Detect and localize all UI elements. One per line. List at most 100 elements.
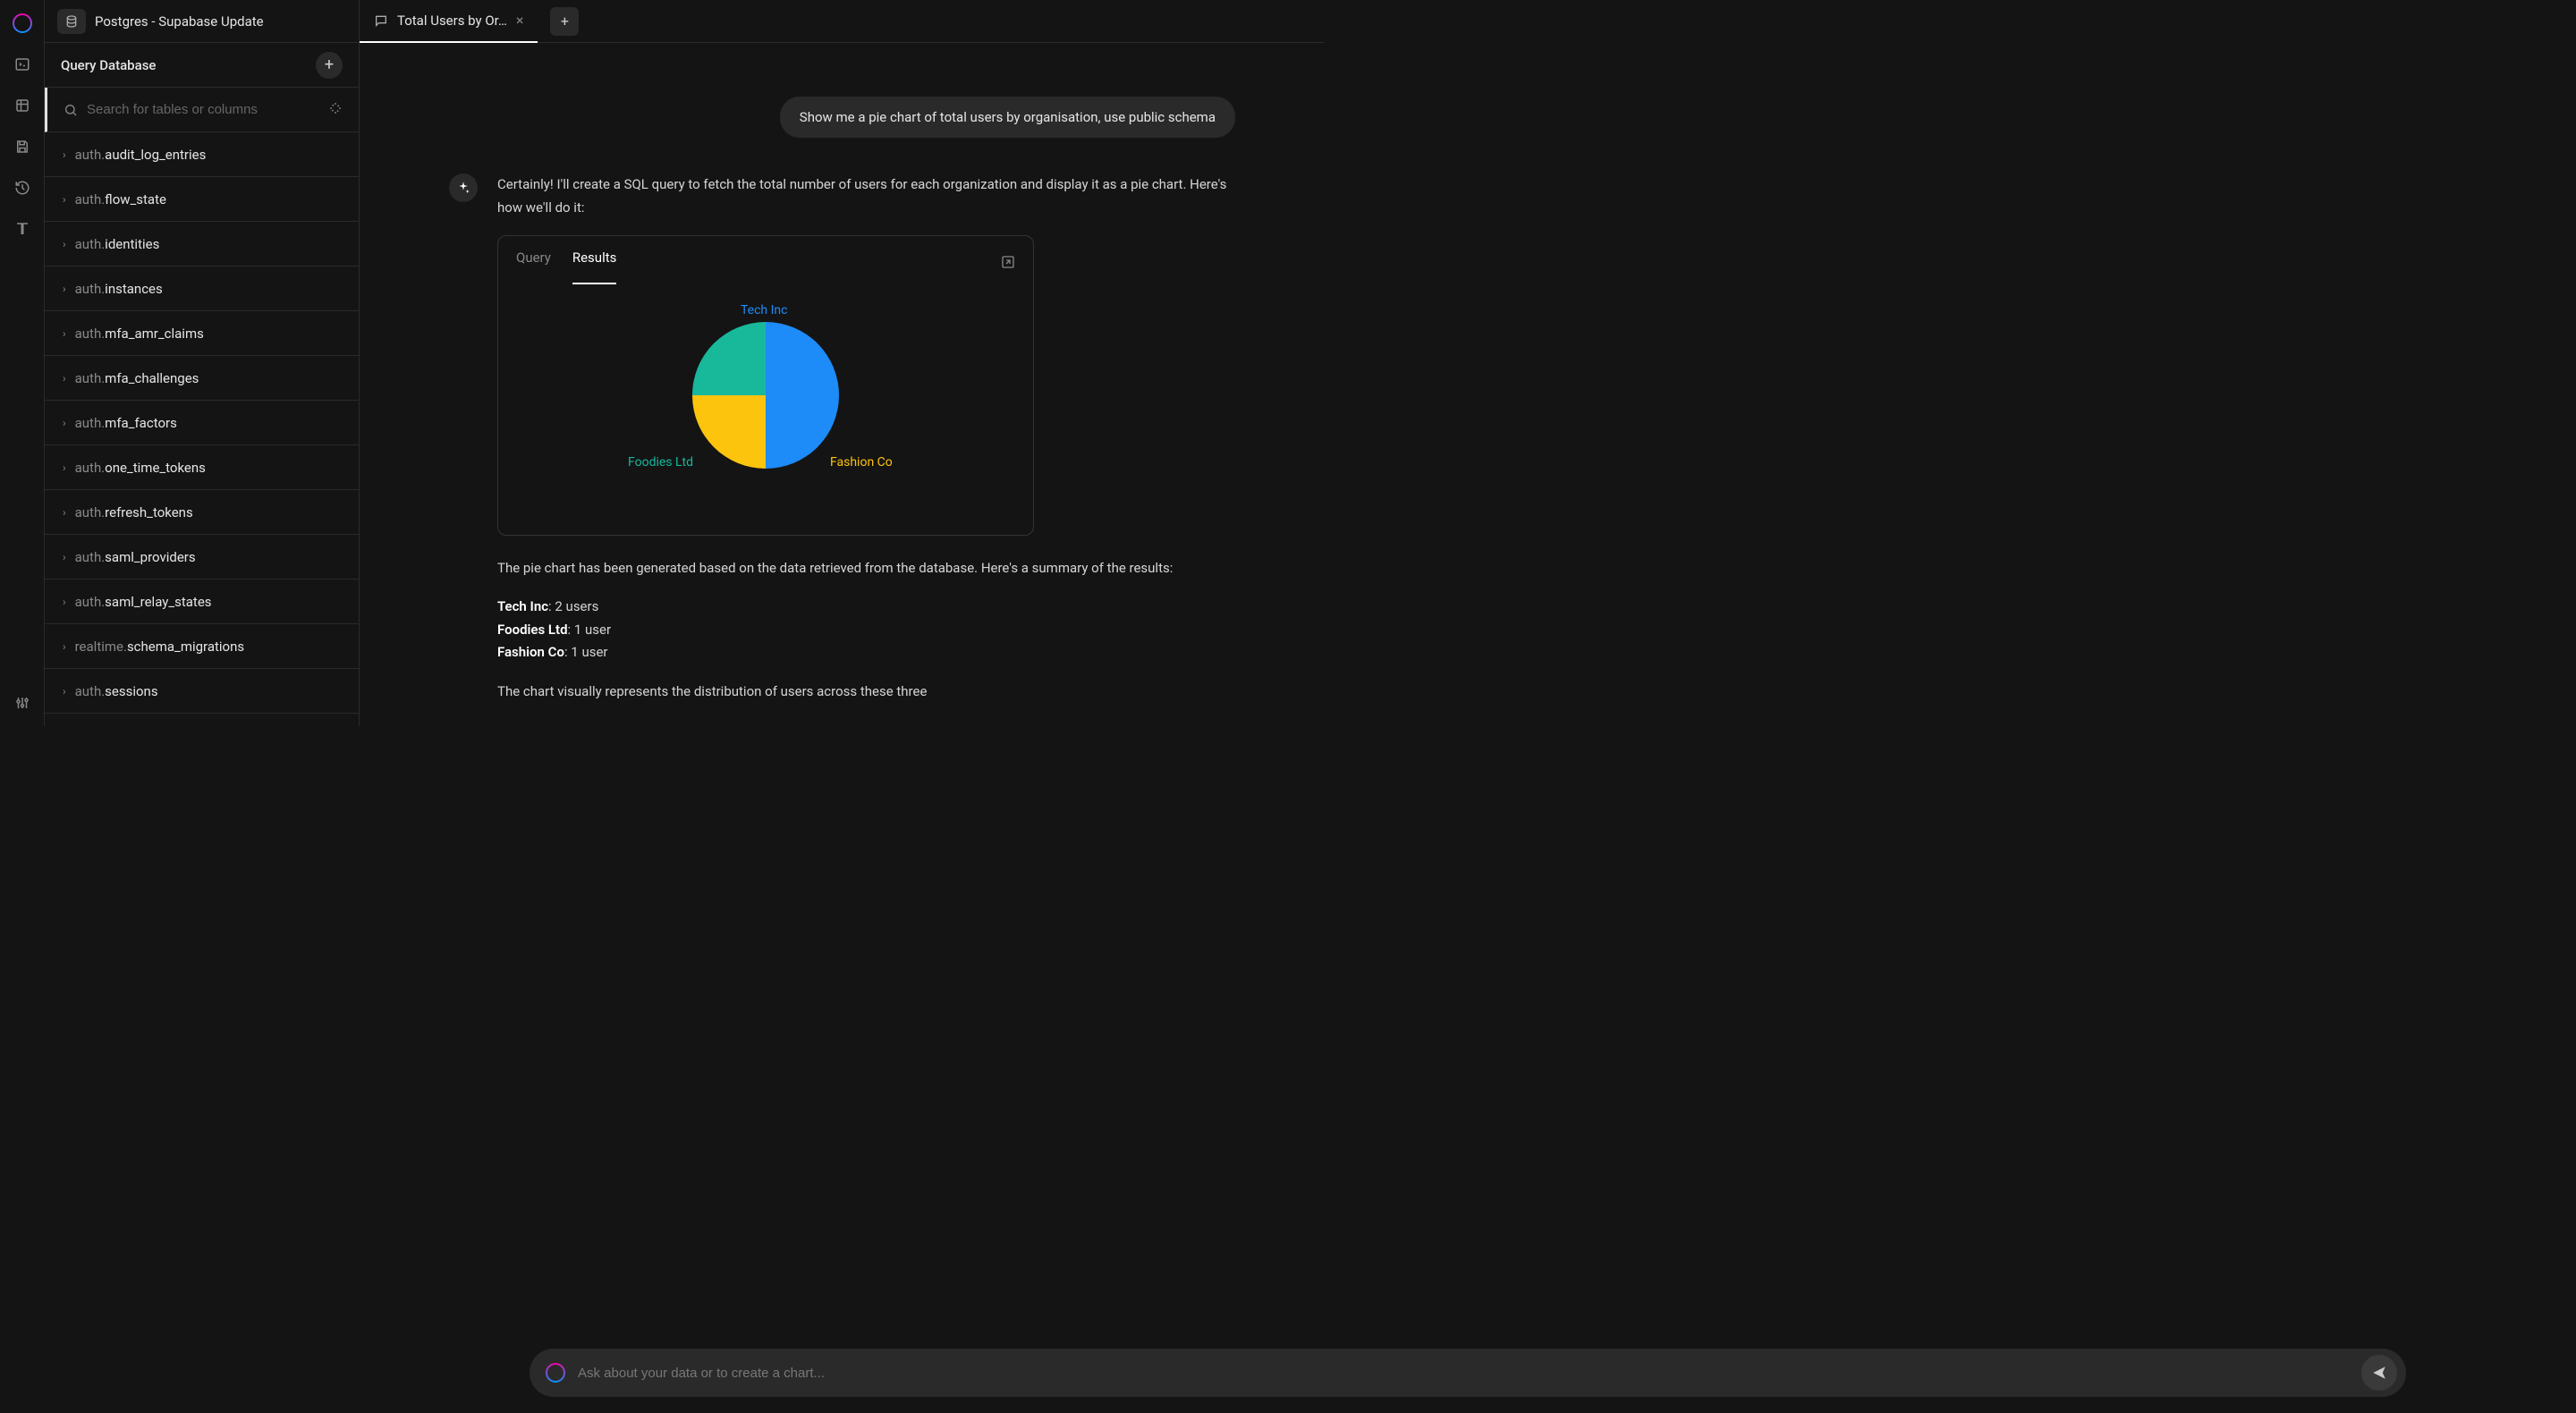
close-icon[interactable]: ×	[516, 12, 524, 29]
table-name: mfa_challenges	[105, 370, 199, 386]
user-message: Show me a pie chart of total users by or…	[449, 97, 1235, 138]
pie-graphic	[692, 322, 839, 469]
chevron-right-icon: ›	[63, 551, 66, 563]
send-button[interactable]	[2361, 1355, 2397, 1391]
table-schema: auth.	[75, 549, 106, 565]
add-tab-button[interactable]: +	[550, 7, 579, 36]
chevron-right-icon: ›	[63, 685, 66, 698]
chat-input-bar	[530, 1349, 2406, 1397]
table-schema: auth.	[75, 460, 106, 476]
panel-sub-header: Query Database +	[45, 43, 359, 88]
summary-item: Tech Inc: 2 users	[497, 596, 1235, 619]
table-schema: auth.	[75, 191, 106, 207]
table-schema: auth.	[75, 326, 106, 342]
ai-outro: The chart visually represents the distri…	[497, 681, 1235, 704]
table-schema: auth.	[75, 281, 106, 297]
refresh-icon[interactable]	[328, 101, 343, 119]
table-name: instances	[105, 281, 163, 297]
slice-label-tech: Tech Inc	[741, 300, 787, 322]
chevron-right-icon: ›	[63, 461, 66, 474]
ai-response: Certainly! I'll create a SQL query to fe…	[449, 173, 1235, 719]
input-logo-icon	[546, 1363, 565, 1383]
table-item[interactable]: › auth.mfa_factors	[45, 401, 359, 445]
table-item[interactable]: › auth.saml_relay_states	[45, 580, 359, 624]
result-panel: Query Results Tech Inc Fashion C	[497, 235, 1034, 536]
tables-icon[interactable]	[12, 95, 33, 116]
chevron-right-icon: ›	[63, 417, 66, 429]
chevron-right-icon: ›	[63, 238, 66, 250]
table-schema: auth.	[75, 504, 106, 520]
chevron-right-icon: ›	[63, 148, 66, 161]
table-name: sessions	[105, 683, 157, 699]
table-item[interactable]: › auth.identities	[45, 222, 359, 267]
database-icon[interactable]	[57, 9, 86, 34]
table-schema: auth.	[75, 147, 106, 163]
table-name: audit_log_entries	[105, 147, 206, 163]
table-name: mfa_factors	[105, 415, 177, 431]
docs-icon[interactable]	[12, 218, 33, 240]
app-logo-icon[interactable]	[12, 13, 33, 34]
table-name: mfa_amr_claims	[105, 326, 204, 342]
table-name: one_time_tokens	[105, 460, 206, 476]
tab-results[interactable]: Results	[572, 247, 617, 284]
table-name: saml_providers	[105, 549, 195, 565]
expand-icon[interactable]	[1001, 254, 1015, 277]
chevron-right-icon: ›	[63, 193, 66, 206]
table-schema: auth.	[75, 415, 106, 431]
save-icon[interactable]	[12, 136, 33, 157]
search-input[interactable]	[87, 102, 319, 117]
table-name: refresh_tokens	[105, 504, 193, 520]
chat-icon	[374, 13, 388, 28]
sparkle-icon	[449, 173, 478, 202]
table-name: identities	[105, 236, 159, 252]
table-schema: auth.	[75, 683, 106, 699]
table-item[interactable]: › auth.mfa_challenges	[45, 356, 359, 401]
table-item[interactable]: › auth.sessions	[45, 669, 359, 714]
chevron-right-icon: ›	[63, 640, 66, 653]
table-name: saml_relay_states	[105, 594, 211, 610]
table-schema: auth.	[75, 370, 106, 386]
slice-label-fashion: Fashion Co	[830, 453, 893, 474]
tabs-bar: Total Users by Or… × +	[360, 0, 1325, 43]
send-icon	[2371, 1365, 2387, 1381]
tab-active[interactable]: Total Users by Or… ×	[360, 0, 538, 43]
table-item[interactable]: › auth.one_time_tokens	[45, 445, 359, 490]
table-name: flow_state	[105, 191, 166, 207]
user-bubble: Show me a pie chart of total users by or…	[780, 97, 1235, 138]
search-row	[45, 88, 359, 132]
table-list[interactable]: ›auth.audit_log_entries›auth.flow_state›…	[45, 132, 359, 726]
summary-item: Foodies Ltd: 1 user	[497, 619, 1235, 642]
table-schema: realtime.	[75, 639, 127, 655]
chevron-right-icon: ›	[63, 283, 66, 295]
chat-area: Show me a pie chart of total users by or…	[360, 43, 1325, 726]
result-tabs: Query Results	[498, 236, 1033, 284]
table-item[interactable]: ›realtime.schema_migrations	[45, 624, 359, 669]
table-item[interactable]: › auth.refresh_tokens	[45, 490, 359, 535]
main-area: Total Users by Or… × + Show me a pie cha…	[360, 0, 1325, 726]
chevron-right-icon: ›	[63, 596, 66, 608]
table-item[interactable]: › auth.saml_providers	[45, 535, 359, 580]
chat-input[interactable]	[578, 1366, 2349, 1381]
database-panel: Postgres - Supabase Update Query Databas…	[45, 0, 360, 726]
chevron-right-icon: ›	[63, 506, 66, 519]
chevron-right-icon: ›	[63, 372, 66, 385]
panel-header: Postgres - Supabase Update	[45, 0, 359, 43]
summary-list: Tech Inc: 2 usersFoodies Ltd: 1 userFash…	[497, 596, 1235, 664]
db-title: Postgres - Supabase Update	[95, 13, 264, 30]
terminal-icon[interactable]	[12, 54, 33, 75]
pie-chart: Tech Inc Fashion Co Foodies Ltd	[498, 284, 1033, 535]
history-icon[interactable]	[12, 177, 33, 199]
chevron-right-icon: ›	[63, 327, 66, 340]
tab-query[interactable]: Query	[516, 247, 551, 284]
settings-icon[interactable]	[12, 692, 33, 714]
ai-summary-intro: The pie chart has been generated based o…	[497, 557, 1235, 580]
slice-label-foodies: Foodies Ltd	[628, 453, 693, 474]
table-schema: auth.	[75, 594, 106, 610]
add-button[interactable]: +	[316, 52, 343, 79]
table-item[interactable]: › auth.instances	[45, 267, 359, 311]
table-item[interactable]: › auth.audit_log_entries	[45, 132, 359, 177]
tab-label: Total Users by Or…	[397, 13, 507, 29]
table-schema: auth.	[75, 236, 106, 252]
table-item[interactable]: › auth.flow_state	[45, 177, 359, 222]
table-item[interactable]: › auth.mfa_amr_claims	[45, 311, 359, 356]
